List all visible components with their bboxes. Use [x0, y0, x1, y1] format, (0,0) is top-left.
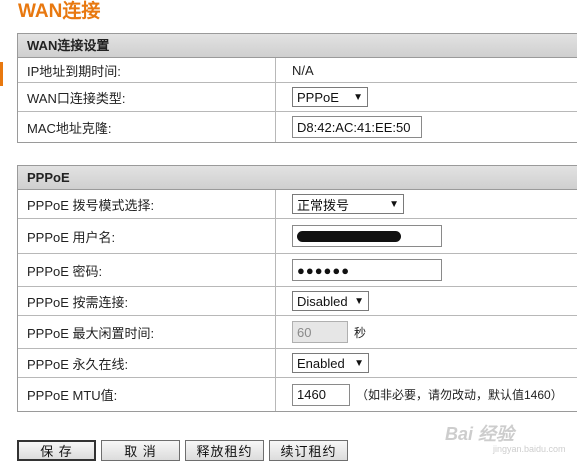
always-on-selected: Enabled — [297, 355, 345, 371]
mtu-input[interactable]: 1460 — [292, 383, 350, 406]
max-idle-unit: 秒 — [354, 325, 367, 340]
cancel-button[interactable]: 取 消 — [101, 440, 180, 461]
chevron-down-icon: ▼ — [354, 295, 364, 307]
action-buttons: 保 存 取 消 释放租约 续订租约 — [17, 440, 348, 461]
watermark-logo: Bai 经验 jingyan.baidu.com — [445, 420, 566, 456]
password-label: PPPoE 密码: — [18, 254, 276, 286]
mtu-row: PPPoE MTU值: 1460 （如非必要，请勿改动，默认值1460） — [18, 378, 577, 411]
release-lease-button[interactable]: 释放租约 — [185, 440, 264, 461]
always-on-row: PPPoE 永久在线: Enabled ▼ — [18, 349, 577, 378]
always-on-label: PPPoE 永久在线: — [18, 349, 276, 377]
save-button[interactable]: 保 存 — [17, 440, 96, 461]
wan-type-row: WAN口连接类型: PPPoE ▼ — [18, 83, 577, 112]
pppoe-header: PPPoE — [18, 166, 577, 190]
dial-mode-selected: 正常拨号 — [297, 197, 350, 213]
password-row: PPPoE 密码: ●●●●●● — [18, 254, 577, 287]
mac-clone-label: MAC地址克隆: — [18, 112, 276, 142]
mtu-hint: （如非必要，请勿改动，默认值1460） — [356, 388, 563, 402]
ip-expire-label: IP地址到期时间: — [18, 58, 276, 82]
dial-mode-row: PPPoE 拨号模式选择: 正常拨号 ▼ — [18, 190, 577, 219]
mac-clone-row: MAC地址克隆: D8:42:AC:41:EE:50 — [18, 112, 577, 142]
always-on-select[interactable]: Enabled ▼ — [292, 353, 369, 373]
wan-settings-header: WAN连接设置 — [18, 34, 577, 58]
max-idle-label: PPPoE 最大闲置时间: — [18, 316, 276, 348]
ip-expire-row: IP地址到期时间: N/A — [18, 58, 577, 83]
username-label: PPPoE 用户名: — [18, 219, 276, 253]
ip-expire-value: N/A — [292, 62, 314, 78]
side-accent-bar — [0, 62, 3, 86]
on-demand-selected: Disabled — [297, 293, 348, 309]
username-input[interactable] — [292, 225, 442, 247]
wan-type-label: WAN口连接类型: — [18, 83, 276, 111]
pppoe-panel: PPPoE PPPoE 拨号模式选择: 正常拨号 ▼ PPPoE 用户名: PP… — [17, 165, 577, 412]
max-idle-input: 60 — [292, 321, 348, 343]
watermark-main: Bai 经验 — [445, 424, 515, 444]
dial-mode-select[interactable]: 正常拨号 ▼ — [292, 194, 404, 214]
wan-type-select[interactable]: PPPoE ▼ — [292, 87, 368, 107]
on-demand-label: PPPoE 按需连接: — [18, 287, 276, 315]
password-input[interactable]: ●●●●●● — [292, 259, 442, 281]
chevron-down-icon: ▼ — [353, 91, 363, 103]
on-demand-row: PPPoE 按需连接: Disabled ▼ — [18, 287, 577, 316]
wan-settings-panel: WAN连接设置 IP地址到期时间: N/A WAN口连接类型: PPPoE ▼ … — [17, 33, 577, 143]
watermark-sub: jingyan.baidu.com — [493, 444, 566, 454]
mtu-label: PPPoE MTU值: — [18, 378, 276, 411]
username-row: PPPoE 用户名: — [18, 219, 577, 254]
page-title: WAN连接 — [18, 1, 101, 22]
dial-mode-label: PPPoE 拨号模式选择: — [18, 190, 276, 218]
renew-lease-button[interactable]: 续订租约 — [269, 440, 348, 461]
chevron-down-icon: ▼ — [389, 198, 399, 210]
max-idle-row: PPPoE 最大闲置时间: 60 秒 — [18, 316, 577, 349]
on-demand-select[interactable]: Disabled ▼ — [292, 291, 369, 311]
redaction-mark — [297, 230, 401, 242]
chevron-down-icon: ▼ — [354, 357, 364, 369]
wan-type-selected: PPPoE — [297, 89, 339, 105]
mac-clone-input[interactable]: D8:42:AC:41:EE:50 — [292, 116, 422, 138]
